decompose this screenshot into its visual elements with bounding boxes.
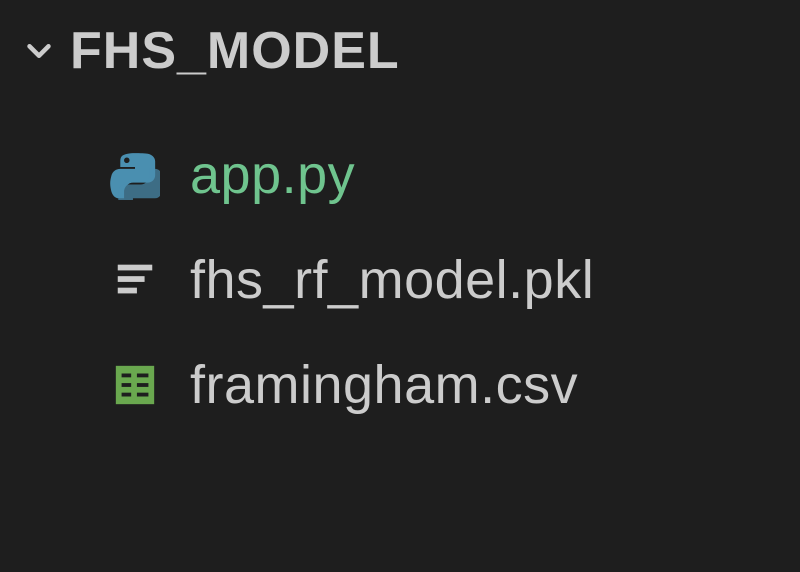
file-item-csv[interactable]: framingham.csv bbox=[0, 332, 800, 437]
file-name: framingham.csv bbox=[190, 354, 578, 416]
file-name: app.py bbox=[190, 144, 355, 206]
lines-icon bbox=[108, 253, 162, 307]
folder-header[interactable]: FHS_MODEL bbox=[0, 16, 800, 86]
csv-icon bbox=[108, 358, 162, 412]
folder-name: FHS_MODEL bbox=[70, 21, 400, 81]
file-name: fhs_rf_model.pkl bbox=[190, 249, 594, 311]
file-item-pkl[interactable]: fhs_rf_model.pkl bbox=[0, 227, 800, 332]
chevron-down-icon bbox=[18, 30, 60, 72]
file-list: app.py fhs_rf_model.pkl framingham.csv bbox=[0, 86, 800, 437]
file-item-app-py[interactable]: app.py bbox=[0, 122, 800, 227]
python-icon bbox=[108, 148, 162, 202]
